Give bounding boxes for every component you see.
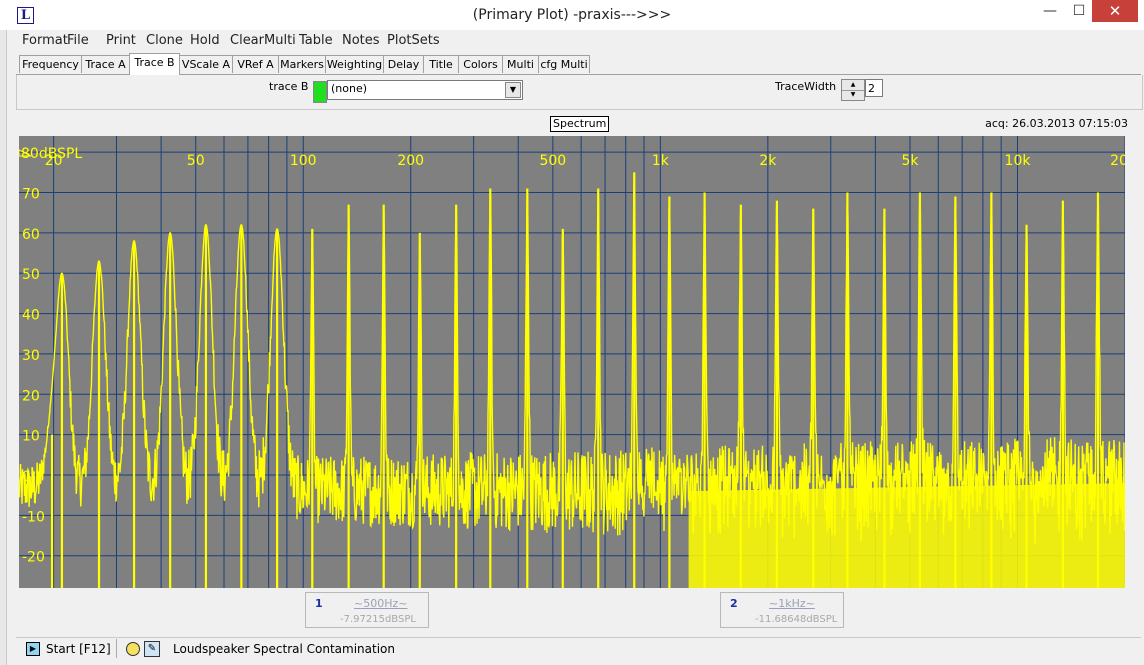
y-tick-label: 20 xyxy=(22,388,40,404)
y-tick-label: 0 xyxy=(22,469,31,485)
x-tick-label: 500 xyxy=(539,153,566,169)
y-tick-label: 50 xyxy=(22,267,40,283)
noise-floor-fill xyxy=(688,483,1125,588)
spectrum-chart[interactable]: 20 50 100 200 500 1k 2k 5k 10k 2080dBSPL706050403… xyxy=(19,136,1125,588)
x-tick-label: 50 xyxy=(187,153,205,169)
menu-plotsets[interactable]: PlotSets xyxy=(387,33,440,48)
marker-2-box[interactable]: 2 ~1kHz~ -11.68648dBSPL xyxy=(720,592,844,628)
x-tick-label: 20 xyxy=(1110,153,1125,169)
trace-b-controls: trace B (none) ▼ TraceWidth ▲ ▼ 2 xyxy=(16,75,1143,110)
trace-width-spinner[interactable]: ▲ ▼ xyxy=(841,79,865,101)
tab-trace-b[interactable]: Trace B xyxy=(129,53,180,75)
start-button[interactable]: Start [F12] xyxy=(46,642,111,656)
spectrum-header[interactable]: Spectrum xyxy=(550,116,610,132)
trace-b-select[interactable]: (none) ▼ xyxy=(327,80,523,100)
menu-print[interactable]: Print xyxy=(106,33,136,48)
menu-clone[interactable]: Clone xyxy=(146,33,183,48)
menu-hold[interactable]: Hold xyxy=(190,33,220,48)
y-unit-label: 80dBSPL xyxy=(21,146,82,162)
wand-icon[interactable]: ✎ xyxy=(144,641,160,657)
menu-file[interactable]: File xyxy=(67,33,89,48)
menu-clearmulti[interactable]: ClearMulti xyxy=(230,33,296,48)
menu-notes[interactable]: Notes xyxy=(342,33,380,48)
tab-vscale-a[interactable]: VScale A xyxy=(179,55,233,73)
tab-frequency[interactable]: Frequency xyxy=(19,55,82,73)
x-tick-label: 200 xyxy=(397,153,424,169)
marker-frequency[interactable]: ~500Hz~ xyxy=(354,597,407,610)
marker-number: 1 xyxy=(315,597,323,610)
trace-width-input[interactable]: 2 xyxy=(865,79,883,97)
maximize-button[interactable]: ☐ xyxy=(1066,0,1092,22)
menu-format[interactable]: Format xyxy=(22,33,68,48)
window-title: (Primary Plot) -praxis--->>> xyxy=(472,7,672,23)
y-tick-label: 30 xyxy=(22,348,40,364)
tab-bar: Frequency Trace A Trace B VScale A VRef A Mar… xyxy=(16,53,1141,75)
marker-1-box[interactable]: 1 ~500Hz~ -7.97215dBSPL xyxy=(305,592,429,628)
tab-trace-a[interactable]: Trace A xyxy=(81,55,130,73)
minimize-button[interactable]: — xyxy=(1033,0,1067,22)
trace-b-label: trace B xyxy=(269,80,309,93)
tab-vref-a[interactable]: VRef A xyxy=(232,55,279,73)
spin-down-icon[interactable]: ▼ xyxy=(842,90,864,100)
marker-value: -7.97215dBSPL xyxy=(340,614,416,625)
x-tick-label: 1k xyxy=(652,153,670,169)
marker-number: 2 xyxy=(730,597,738,610)
tab-multi[interactable]: Multi xyxy=(502,55,539,73)
trace-b-select-value: (none) xyxy=(331,82,368,95)
trace-width-label: TraceWidth xyxy=(775,80,837,93)
menu-bar: Format File Print Clone Hold ClearMulti Table N… xyxy=(16,30,1144,52)
x-tick-label: 10k xyxy=(1005,153,1032,169)
acquisition-timestamp: acq: 26.03.2013 07:15:03 xyxy=(985,117,1128,130)
status-bar: ▶ Start [F12] ✎ Loudspeaker Spectral Con… xyxy=(16,637,1141,659)
x-tick-label: 2k xyxy=(759,153,777,169)
close-button[interactable]: ✕ xyxy=(1092,0,1138,22)
main-window: L (Primary Plot) -praxis--->>> — ☐ ✕ For… xyxy=(0,0,1144,665)
y-tick-label: 10 xyxy=(22,429,40,445)
marker-value: -11.68648dBSPL xyxy=(755,614,838,625)
y-tick-label: 60 xyxy=(22,227,40,243)
status-divider xyxy=(116,639,117,658)
title-bar[interactable]: L (Primary Plot) -praxis--->>> — ☐ ✕ xyxy=(0,0,1144,30)
tab-weighting[interactable]: Weighting xyxy=(325,55,384,73)
y-tick-label: -10 xyxy=(22,509,45,525)
menu-table[interactable]: Table xyxy=(299,33,333,48)
trace-b-color-swatch[interactable] xyxy=(313,81,327,103)
y-tick-label: -20 xyxy=(22,550,45,566)
background-window-edge xyxy=(0,30,7,665)
y-tick-label: 40 xyxy=(22,308,40,324)
x-tick-label: 5k xyxy=(901,153,919,169)
chevron-down-icon[interactable]: ▼ xyxy=(505,82,521,98)
tab-markers[interactable]: Markers xyxy=(278,55,326,73)
x-tick-label: 100 xyxy=(290,153,317,169)
marker-frequency[interactable]: ~1kHz~ xyxy=(769,597,815,610)
tab-title[interactable]: Title xyxy=(423,55,459,73)
tab-delay[interactable]: Delay xyxy=(383,55,424,73)
play-icon[interactable]: ▶ xyxy=(26,642,40,656)
plot-panel: Spectrum acq: 26.03.2013 07:15:03 20 50 10… xyxy=(16,110,1141,590)
tab-cfg-multi[interactable]: cfg Multi xyxy=(538,55,590,73)
clock-icon[interactable] xyxy=(126,642,140,656)
tab-colors[interactable]: Colors xyxy=(458,55,503,73)
status-text: Loudspeaker Spectral Contamination xyxy=(173,642,396,656)
y-tick-label: 70 xyxy=(22,187,40,203)
